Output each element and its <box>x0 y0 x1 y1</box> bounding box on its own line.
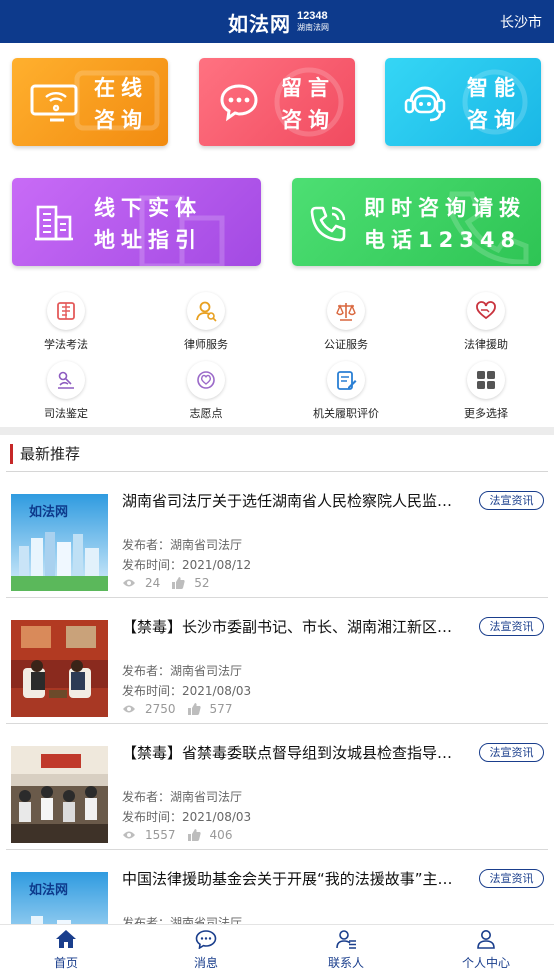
logo-number: 12348 <box>297 10 328 22</box>
message-icon <box>195 930 217 950</box>
building-icon <box>35 205 73 241</box>
offline-address-line2: 地址指引 <box>94 228 202 252</box>
eye-icon <box>123 579 135 587</box>
message-consult-line2: 咨询 <box>281 108 335 132</box>
svg-text:如法网: 如法网 <box>29 504 68 520</box>
news-tag[interactable]: 法宣资讯 <box>479 491 544 510</box>
message-consult-button[interactable]: 留言 咨询 <box>199 58 355 146</box>
thumbs-up-icon <box>172 577 185 589</box>
offline-address-line1: 线下实体 <box>94 196 202 220</box>
top-bar: 如法网 12348 湖南法网 长沙市 <box>0 0 554 43</box>
user-icon <box>477 930 495 949</box>
nav-label: 联系人 <box>327 956 364 970</box>
like-count: 406 <box>209 828 233 842</box>
section-title: 最新推荐 <box>10 444 80 464</box>
contacts-icon <box>336 930 356 949</box>
city-selector[interactable]: 长沙市 <box>500 12 542 32</box>
eye-icon <box>123 705 135 713</box>
like-count: 577 <box>209 702 233 716</box>
service-label: 律师服务 <box>184 339 228 351</box>
home-icon <box>56 930 76 948</box>
app-logo: 如法网 12348 湖南法网 <box>228 8 329 36</box>
service-label: 法律援助 <box>464 339 508 351</box>
news-title: 【禁毒】省禁毒委联点督导组到汝城县检查指导禁毒工作 <box>122 744 464 762</box>
phone-icon <box>310 206 346 242</box>
news-thumbnail <box>11 620 108 717</box>
news-tag[interactable]: 法宣资讯 <box>479 743 544 762</box>
nav-contacts[interactable]: 联系人 <box>296 929 396 970</box>
view-count: 24 <box>145 576 161 590</box>
message-consult-line1: 留言 <box>281 76 335 100</box>
service-label: 学法考法 <box>44 339 88 351</box>
like-count: 52 <box>194 576 210 590</box>
call-line2: 电话12348 <box>364 228 522 252</box>
logo-title: 如法网 <box>228 11 291 36</box>
nav-home[interactable]: 首页 <box>16 929 116 970</box>
heart-hand-icon <box>476 301 496 320</box>
eye-icon <box>123 831 135 839</box>
view-count: 1557 <box>145 828 176 842</box>
service-label: 志愿点 <box>189 408 223 420</box>
service-volunteer[interactable]: 志愿点 <box>151 361 261 421</box>
lawyer-icon <box>196 301 217 322</box>
service-label: 司法鉴定 <box>44 408 88 420</box>
news-item[interactable]: 【禁毒】长沙市委副书记、市长、湖南湘江新区党工委书记走访 法宣资讯 发布者：湖南… <box>0 598 554 724</box>
book-icon <box>57 302 75 320</box>
service-legal-aid[interactable]: 法律援助 <box>431 292 541 352</box>
volunteer-icon <box>197 371 215 389</box>
microscope-icon <box>58 371 74 389</box>
service-evaluation[interactable]: 机关履职评价 <box>291 361 401 421</box>
news-title: 湖南省司法厅关于选任湖南省人民检察院人民监督员的公告 <box>122 492 464 510</box>
news-publisher: 发布者：湖南省司法厅 <box>122 538 243 552</box>
nav-label: 消息 <box>193 956 218 970</box>
svg-text:如法网: 如法网 <box>29 882 68 898</box>
nav-messages[interactable]: 消息 <box>156 929 256 970</box>
news-time: 发布时间：2021/08/03 <box>122 684 252 698</box>
smart-consult-button[interactable]: 智能 咨询 <box>385 58 541 146</box>
logo-subtitle: 湖南法网 <box>297 23 329 32</box>
online-consult-line2: 咨询 <box>94 108 148 132</box>
service-label: 更多选择 <box>464 408 508 420</box>
service-notary[interactable]: 公证服务 <box>291 292 401 352</box>
call-12348-button[interactable]: 即时咨询请拨 电话12348 <box>292 178 541 266</box>
service-study-law[interactable]: 学法考法 <box>11 292 121 352</box>
news-time: 发布时间：2021/08/12 <box>122 558 252 572</box>
thumbs-up-icon <box>187 829 201 841</box>
online-consult-line1: 在线 <box>94 76 148 100</box>
news-publisher: 发布者：湖南省司法厅 <box>122 664 243 678</box>
news-item[interactable]: 【禁毒】省禁毒委联点督导组到汝城县检查指导禁毒工作 法宣资讯 发布者：湖南省司法… <box>0 724 554 850</box>
smart-consult-line2: 咨询 <box>467 108 521 132</box>
news-item[interactable]: 如法网 湖南省司法厅关于选任湖南省人民检察院人民监督员的公告 法宣资讯 发布者：… <box>0 472 554 598</box>
news-thumbnail: 如法网 <box>11 494 108 591</box>
service-forensic[interactable]: 司法鉴定 <box>11 361 121 421</box>
smart-consult-line1: 智能 <box>467 76 521 100</box>
call-line1: 即时咨询请拨 <box>364 196 526 220</box>
nav-label: 首页 <box>53 956 78 970</box>
edit-document-icon <box>337 371 357 390</box>
online-consult-button[interactable]: 在线 咨询 <box>12 58 168 146</box>
grid-more-icon <box>477 371 495 389</box>
news-time: 发布时间：2021/08/03 <box>122 810 252 824</box>
thumbs-up-icon <box>187 703 201 715</box>
news-publisher: 发布者：湖南省司法厅 <box>122 790 243 804</box>
bottom-navigation: 首页 消息 联系人 个人中心 <box>0 924 554 970</box>
news-title: 【禁毒】长沙市委副书记、市长、湖南湘江新区党工委书记走访 <box>122 618 464 636</box>
chat-bubble-icon <box>220 84 258 122</box>
service-label: 机关履职评价 <box>313 408 379 420</box>
service-more[interactable]: 更多选择 <box>431 361 541 421</box>
section-divider <box>0 427 554 435</box>
monitor-wifi-icon <box>30 84 78 122</box>
news-tag[interactable]: 法宣资讯 <box>479 869 544 888</box>
news-thumbnail <box>11 746 108 843</box>
view-count: 2750 <box>145 702 176 716</box>
news-title: 中国法律援助基金会关于开展“我的法援故事”主题征文活动 <box>122 870 464 888</box>
offline-address-button[interactable]: 线下实体 地址指引 <box>12 178 261 266</box>
scales-icon <box>336 303 356 321</box>
nav-profile[interactable]: 个人中心 <box>436 929 536 970</box>
service-label: 公证服务 <box>324 339 368 351</box>
robot-headset-icon <box>404 86 446 122</box>
news-tag[interactable]: 法宣资讯 <box>479 617 544 636</box>
nav-label: 个人中心 <box>461 956 510 970</box>
service-lawyer[interactable]: 律师服务 <box>151 292 261 352</box>
